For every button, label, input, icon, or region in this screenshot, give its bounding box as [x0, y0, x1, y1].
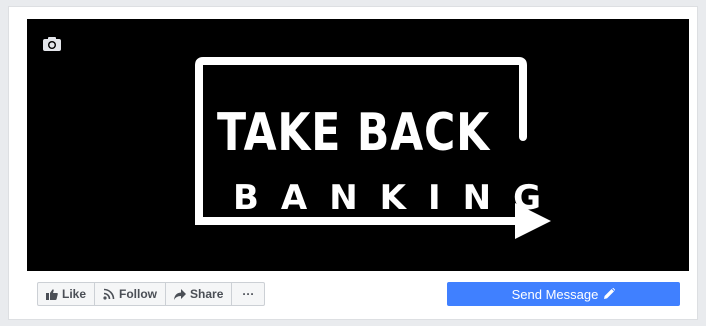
logo-line-1: TAKE BACK: [217, 103, 491, 163]
like-label: Like: [62, 287, 87, 301]
action-button-group: Like Follow Share ···: [37, 282, 266, 306]
pencil-icon: [604, 287, 616, 302]
send-message-button[interactable]: Send Message: [447, 282, 680, 306]
share-label: Share: [190, 287, 224, 301]
more-icon: ···: [242, 287, 255, 301]
send-message-label: Send Message: [511, 286, 599, 302]
share-arrow-icon: [174, 288, 187, 300]
brand-logo: TAKE BACK BANKING: [189, 57, 555, 239]
share-button[interactable]: Share: [166, 283, 233, 305]
camera-icon[interactable]: [42, 36, 62, 52]
page-action-bar: Like Follow Share ··· Send Message: [27, 271, 689, 319]
follow-button[interactable]: Follow: [95, 283, 167, 305]
like-button[interactable]: Like: [38, 283, 96, 305]
logo-line-2: BANKING: [233, 178, 564, 218]
thumbs-up-icon: [46, 288, 58, 300]
follow-label: Follow: [119, 287, 158, 301]
rss-icon: [103, 288, 115, 300]
page-header-card: TAKE BACK BANKING Like Follow Share ··· …: [8, 6, 698, 320]
cover-photo[interactable]: TAKE BACK BANKING: [27, 19, 689, 271]
more-button[interactable]: ···: [232, 283, 264, 305]
